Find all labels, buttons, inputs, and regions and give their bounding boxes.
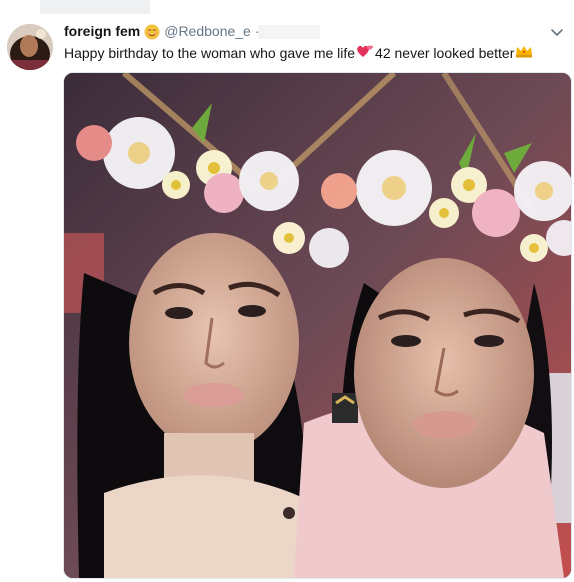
tweet-text-part2: 42 never looked better xyxy=(375,44,515,61)
avatar[interactable] xyxy=(7,24,53,70)
tweet-photo[interactable] xyxy=(63,72,572,579)
tweet-text: Happy birthday to the woman who gave me … xyxy=(64,43,534,63)
relieved-face-emoji-icon xyxy=(144,24,160,40)
display-name[interactable]: foreign fem xyxy=(64,23,140,40)
user-handle[interactable]: @Redbone_e xyxy=(164,23,251,40)
tweet-header: foreign fem @Redbone_e · xyxy=(64,23,260,40)
tweet-text-part1: Happy birthday to the woman who gave me … xyxy=(64,44,356,61)
redacted-area xyxy=(40,0,150,14)
chevron-down-icon[interactable] xyxy=(548,23,566,41)
tweet-card[interactable]: foreign fem @Redbone_e · Happy birthday … xyxy=(0,0,574,582)
two-hearts-icon xyxy=(356,43,374,63)
redacted-timestamp xyxy=(258,25,320,39)
crown-icon xyxy=(515,44,533,62)
